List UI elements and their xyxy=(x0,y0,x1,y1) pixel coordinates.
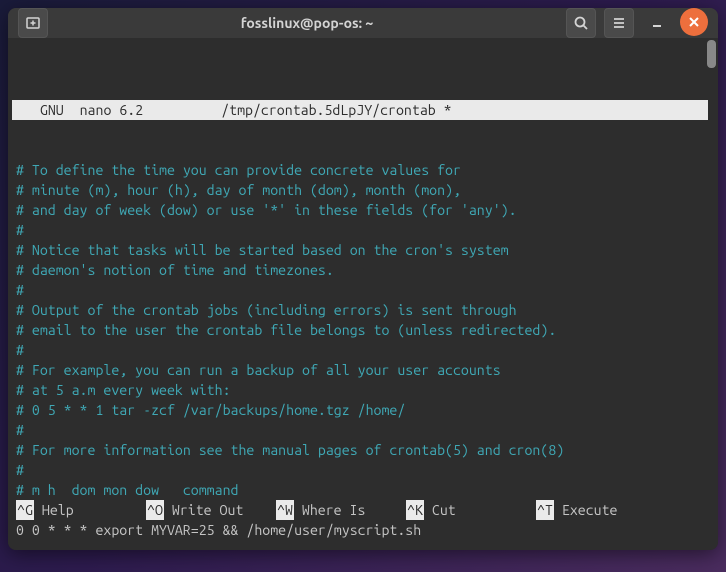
shortcut-key: ^T xyxy=(536,500,554,520)
search-button[interactable] xyxy=(566,8,596,38)
shortcut-key: ^W xyxy=(276,500,294,520)
shortcut-item: ^GHelp xyxy=(16,500,146,520)
nano-headerbar: GNU nano 6.2/tmp/crontab.5dLpJY/crontab … xyxy=(12,100,708,120)
window-title: fosslinux@pop-os: ~ xyxy=(56,15,558,31)
new-tab-icon xyxy=(25,15,41,31)
comment-line: # To define the time you can provide con… xyxy=(16,160,714,180)
shortcut-item: ^TExecute xyxy=(536,500,666,520)
shortcut-label: Where Is xyxy=(294,500,366,520)
search-icon xyxy=(573,15,589,31)
shortcut-label: Write Out xyxy=(164,500,244,520)
terminal-body[interactable]: GNU nano 6.2/tmp/crontab.5dLpJY/crontab … xyxy=(8,38,718,550)
close-icon xyxy=(688,16,700,28)
shortcut-label: Help xyxy=(34,500,74,520)
shortcut-label: Cut xyxy=(424,500,456,520)
comment-line: # xyxy=(16,420,714,440)
terminal-window: fosslinux@pop-os: ~ GNU nano 6.2/tmp/cro… xyxy=(8,8,718,550)
comment-line: # at 5 a.m every week with: xyxy=(16,380,714,400)
comment-line: # For example, you can run a backup of a… xyxy=(16,360,714,380)
shortcut-row: ^GHelp^OWrite Out^WWhere Is^KCut^TExecut… xyxy=(16,500,710,520)
scrollbar-thumb[interactable] xyxy=(707,40,716,68)
close-button[interactable] xyxy=(680,8,708,36)
nano-file-path: /tmp/crontab.5dLpJY/crontab * xyxy=(143,100,451,120)
comment-line: # For more information see the manual pa… xyxy=(16,440,714,460)
hamburger-icon xyxy=(611,15,627,31)
titlebar: fosslinux@pop-os: ~ xyxy=(8,8,718,38)
menu-button[interactable] xyxy=(604,8,634,38)
comment-line: # Output of the crontab jobs (including … xyxy=(16,300,714,320)
comment-line: # xyxy=(16,340,714,360)
shortcut-key: ^O xyxy=(146,500,164,520)
shortcut-label: Execute xyxy=(554,500,618,520)
minimize-button[interactable] xyxy=(642,8,672,38)
shortcut-key: ^G xyxy=(16,500,34,520)
new-tab-button[interactable] xyxy=(18,8,48,38)
shortcut-item: ^WWhere Is xyxy=(276,500,406,520)
minimize-icon xyxy=(649,15,665,31)
comment-line: # and day of week (dow) or use '*' in th… xyxy=(16,200,714,220)
shortcut-item: ^OWrite Out xyxy=(146,500,276,520)
comment-line: # Notice that tasks will be started base… xyxy=(16,240,714,260)
nano-shortcuts: ^GHelp^OWrite Out^WWhere Is^KCut^TExecut… xyxy=(16,460,710,550)
comment-line: # xyxy=(16,280,714,300)
comment-line: # email to the user the crontab file bel… xyxy=(16,320,714,340)
comment-line: # xyxy=(16,220,714,240)
comment-line: # minute (m), hour (h), day of month (do… xyxy=(16,180,714,200)
comment-line: # daemon's notion of time and timezones. xyxy=(16,260,714,280)
shortcut-key: ^K xyxy=(406,500,424,520)
comment-line: # 0 5 * * 1 tar -zcf /var/backups/home.t… xyxy=(16,400,714,420)
nano-app-name: GNU nano 6.2 xyxy=(12,100,143,120)
shortcut-item: ^KCut xyxy=(406,500,536,520)
